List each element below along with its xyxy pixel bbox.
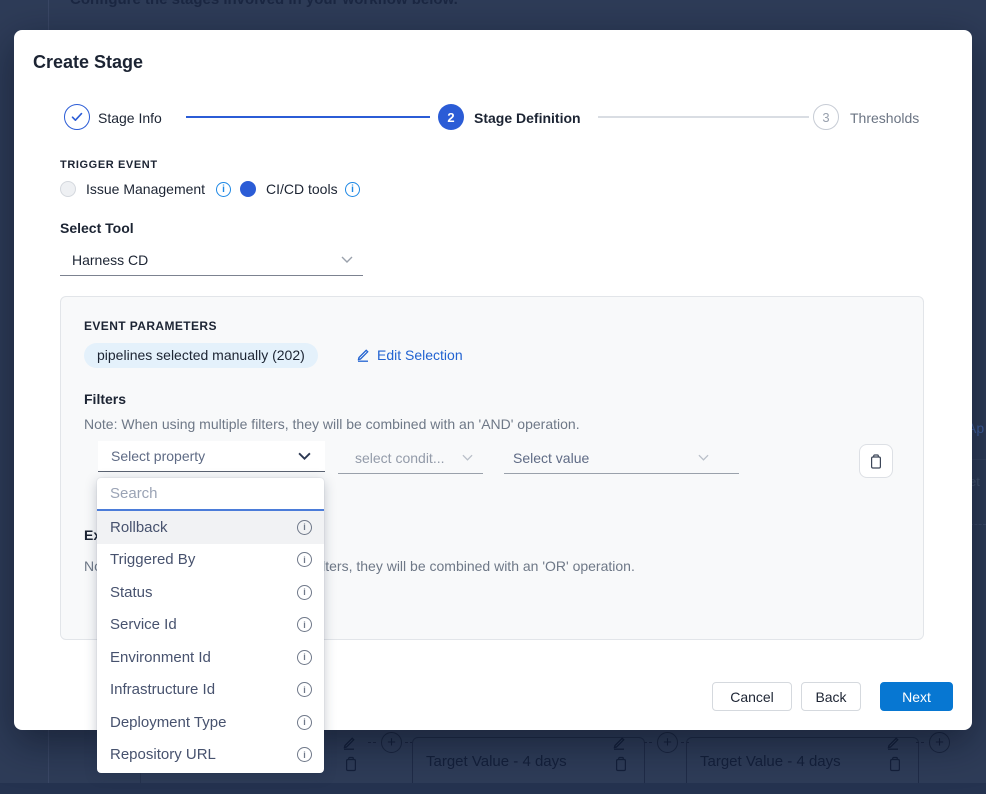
option-label: Triggered By [110, 551, 195, 568]
bg-stage-card-label: Target Value - 4 days [426, 753, 567, 770]
bg-add-stage-button: + [929, 732, 950, 753]
dropdown-option-status[interactable]: Status i [97, 576, 324, 609]
select-tool-label: Select Tool [60, 220, 134, 236]
back-button[interactable]: Back [801, 682, 861, 711]
tool-select-value: Harness CD [72, 252, 148, 268]
step-stage-info-indicator[interactable] [64, 104, 90, 130]
radio-cicd-tools-label[interactable]: CI/CD tools [266, 181, 338, 197]
dropdown-option-repository-url[interactable]: Repository URL i [97, 739, 324, 772]
step-stage-definition-indicator[interactable]: 2 [438, 104, 464, 130]
stepper-connector-upcoming [598, 116, 809, 118]
step-thresholds-indicator[interactable]: 3 [813, 104, 839, 130]
info-icon[interactable]: i [345, 182, 360, 197]
edit-selection-label: Edit Selection [377, 347, 463, 363]
edit-selection-link[interactable]: Edit Selection [356, 347, 463, 363]
info-icon[interactable]: i [297, 747, 312, 762]
screen: Configure the stages involved in your wo… [0, 0, 986, 794]
option-label: Status [110, 584, 153, 601]
radio-cicd-tools[interactable] [240, 181, 256, 197]
value-select[interactable]: Select value [504, 443, 739, 474]
info-icon[interactable]: i [297, 715, 312, 730]
property-select[interactable]: Select property [98, 441, 325, 472]
condition-select-placeholder: select condit... [355, 450, 445, 466]
dropdown-option-rollback[interactable]: Rollback i [97, 511, 324, 544]
info-icon[interactable]: i [297, 520, 312, 535]
check-icon [71, 112, 83, 122]
cancel-button[interactable]: Cancel [712, 682, 792, 711]
option-label: Repository URL [110, 746, 216, 763]
dropdown-option-service-id[interactable]: Service Id i [97, 609, 324, 642]
dropdown-search-input[interactable] [97, 478, 324, 509]
pipelines-selected-pill: pipelines selected manually (202) [84, 343, 318, 368]
step-thresholds-label[interactable]: Thresholds [850, 110, 919, 126]
chevron-down-icon [298, 452, 311, 460]
next-button[interactable]: Next [880, 682, 953, 711]
bg-bottom-strip [0, 783, 986, 794]
value-select-placeholder: Select value [513, 450, 589, 466]
bg-delete-icon [888, 756, 902, 772]
property-select-placeholder: Select property [111, 448, 205, 464]
option-label: Deployment Type [110, 714, 226, 731]
dropdown-search-wrap [97, 478, 324, 511]
info-icon[interactable]: i [297, 650, 312, 665]
trash-icon [869, 454, 883, 469]
radio-issue-management-label[interactable]: Issue Management [86, 181, 205, 197]
trigger-event-label: TRIGGER EVENT [60, 159, 158, 171]
bg-add-stage-button: + [381, 732, 402, 753]
property-dropdown-popup: Rollback i Triggered By i Status i Servi… [97, 478, 324, 773]
info-icon[interactable]: i [297, 552, 312, 567]
bg-connector-dash [916, 742, 924, 743]
info-icon[interactable]: i [216, 182, 231, 197]
info-icon[interactable]: i [297, 682, 312, 697]
chevron-down-icon [462, 454, 473, 461]
bg-edit-icon [886, 735, 900, 751]
filters-note: Note: When using multiple filters, they … [84, 416, 580, 432]
bg-right-dashed-divider [970, 524, 986, 525]
condition-select[interactable]: select condit... [338, 443, 483, 474]
step-stage-definition-label[interactable]: Stage Definition [474, 110, 581, 126]
chevron-down-icon [341, 256, 353, 263]
bg-right-divider [972, 459, 986, 460]
modal-title: Create Stage [33, 52, 143, 73]
bg-delete-icon [614, 756, 628, 772]
option-label: Environment Id [110, 649, 211, 666]
bg-delete-icon [344, 756, 358, 772]
option-label: Infrastructure Id [110, 681, 215, 698]
event-parameters-heading: EVENT PARAMETERS [84, 319, 217, 333]
bg-connector-dash [368, 742, 376, 743]
background-page-subtitle: Configure the stages involved in your wo… [70, 0, 458, 8]
delete-filter-button[interactable] [859, 444, 893, 478]
option-label: Rollback [110, 519, 168, 536]
radio-issue-management[interactable] [60, 181, 76, 197]
stepper-connector-active [186, 116, 430, 118]
bg-edit-icon [612, 735, 626, 751]
step-stage-info-label[interactable]: Stage Info [98, 110, 162, 126]
bg-connector-dash [644, 742, 652, 743]
create-stage-modal: Create Stage Stage Info 2 Stage Definiti… [14, 30, 972, 730]
bg-add-stage-button: + [657, 732, 678, 753]
bg-stage-card-label: Target Value - 4 days [700, 753, 841, 770]
edit-pencil-icon [356, 348, 370, 362]
dropdown-option-deployment-type[interactable]: Deployment Type i [97, 706, 324, 739]
dropdown-option-triggered-by[interactable]: Triggered By i [97, 544, 324, 577]
filters-heading: Filters [84, 391, 126, 407]
dropdown-option-environment-id[interactable]: Environment Id i [97, 641, 324, 674]
bg-edit-icon [342, 735, 356, 751]
tool-select[interactable]: Harness CD [60, 244, 363, 276]
info-icon[interactable]: i [297, 617, 312, 632]
dropdown-option-infrastructure-id[interactable]: Infrastructure Id i [97, 674, 324, 707]
option-label: Service Id [110, 616, 177, 633]
chevron-down-icon [698, 454, 709, 461]
info-icon[interactable]: i [297, 585, 312, 600]
